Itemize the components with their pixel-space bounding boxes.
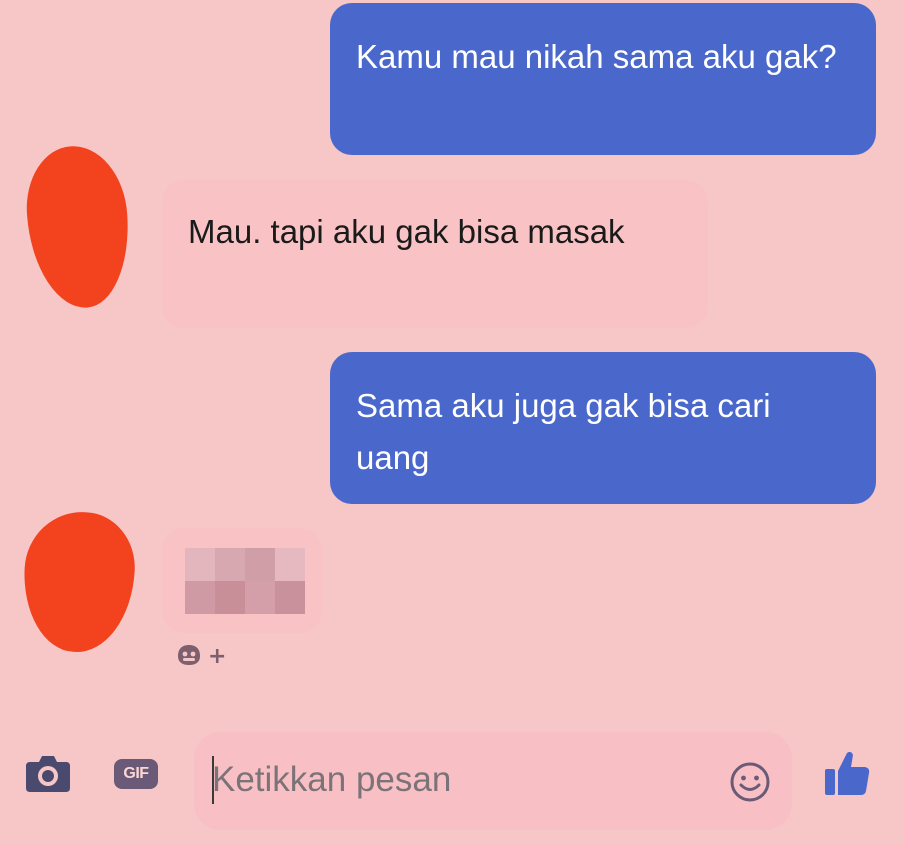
gif-icon: GIF (114, 759, 158, 789)
camera-icon (24, 750, 72, 799)
add-reaction-plus: + (208, 644, 227, 669)
message-outgoing[interactable]: Kamu mau nikah sama aku gak? (330, 3, 876, 155)
add-reaction-button[interactable]: + (176, 642, 226, 672)
like-button[interactable] (818, 746, 876, 804)
camera-button[interactable] (22, 748, 74, 800)
message-text: Mau. tapi aku gak bisa masak (188, 213, 625, 250)
message-incoming[interactable]: Mau. tapi aku gak bisa masak (162, 180, 708, 328)
add-reaction-icon (176, 643, 202, 672)
avatar-redacted[interactable] (20, 509, 138, 655)
message-text: Sama aku juga gak bisa cari uang (356, 387, 771, 476)
thumbs-up-icon (821, 747, 873, 804)
chat-thread: Kamu mau nikah sama aku gak? Mau. tapi a… (0, 0, 904, 710)
avatar-redacted[interactable] (22, 142, 134, 312)
message-input[interactable] (212, 754, 712, 806)
message-input-box[interactable] (194, 732, 792, 830)
message-text: Kamu mau nikah sama aku gak? (356, 38, 837, 75)
message-outgoing[interactable]: Sama aku juga gak bisa cari uang (330, 352, 876, 504)
censored-content (185, 548, 305, 614)
smiley-icon (728, 762, 772, 808)
text-caret (212, 756, 214, 804)
gif-button[interactable]: GIF (112, 752, 160, 796)
emoji-button[interactable] (728, 760, 772, 804)
